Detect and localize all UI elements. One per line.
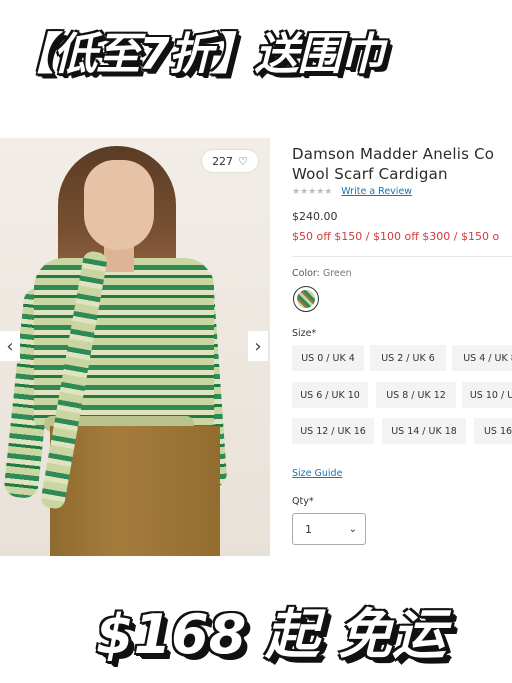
product-info: Damson Madder Anelis Co Wool Scarf Cardi… bbox=[292, 138, 512, 558]
size-option[interactable]: US 12 / UK 16 bbox=[292, 418, 374, 444]
likes-button[interactable]: 227 ♡ bbox=[202, 150, 258, 172]
color-label: Color: Green bbox=[292, 268, 352, 279]
divider bbox=[292, 256, 512, 257]
product-title: Damson Madder Anelis Co Wool Scarf Cardi… bbox=[292, 144, 512, 184]
bottom-promo-text: $168 起 免运 bbox=[96, 603, 446, 666]
next-image-button[interactable]: › bbox=[248, 331, 268, 361]
size-option[interactable]: US 2 / UK 6 bbox=[370, 345, 446, 371]
promo-text: $50 off $150 / $100 off $300 / $150 o bbox=[292, 230, 500, 243]
qty-value: 1 bbox=[305, 522, 312, 536]
size-option[interactable]: US 8 / UK 12 bbox=[376, 382, 456, 408]
size-option[interactable]: US 0 / UK 4 bbox=[292, 345, 364, 371]
top-promo-banner: 【低至7折】送围巾 bbox=[0, 0, 512, 115]
write-review-link[interactable]: Write a Review bbox=[341, 186, 412, 197]
size-option[interactable]: US 4 / UK 8 bbox=[452, 345, 512, 371]
product-price: $240.00 bbox=[292, 210, 338, 223]
chevron-left-icon: ‹ bbox=[6, 335, 14, 357]
heart-icon: ♡ bbox=[238, 154, 248, 168]
size-guide-link[interactable]: Size Guide bbox=[292, 468, 342, 479]
likes-count: 227 bbox=[212, 154, 234, 168]
size-option[interactable]: US 16 bbox=[474, 418, 512, 444]
chevron-right-icon: › bbox=[254, 335, 262, 357]
prev-image-button[interactable]: ‹ bbox=[0, 331, 20, 361]
qty-select[interactable]: 1 ⌄ bbox=[292, 513, 366, 545]
color-swatch-green[interactable] bbox=[293, 286, 319, 312]
product-title-line1: Damson Madder Anelis Co bbox=[292, 145, 495, 163]
product-photo[interactable]: 227 ♡ ‹ › bbox=[0, 138, 270, 556]
qty-label: Qty* bbox=[292, 496, 314, 507]
size-option[interactable]: US 14 / UK 18 bbox=[382, 418, 466, 444]
size-label: Size* bbox=[292, 328, 317, 339]
color-value: Green bbox=[322, 268, 352, 279]
size-option[interactable]: US 6 / UK 10 bbox=[292, 382, 368, 408]
size-option[interactable]: US 10 / U bbox=[462, 382, 512, 408]
bottom-promo-banner: $168 起 免运 bbox=[0, 560, 512, 683]
top-promo-text: 【低至7折】送围巾 bbox=[10, 29, 385, 80]
review-row: ★★★★★ Write a Review bbox=[292, 186, 412, 197]
rating-stars: ★★★★★ bbox=[292, 187, 333, 197]
chevron-down-icon: ⌄ bbox=[348, 523, 357, 535]
product-title-line2: Wool Scarf Cardigan bbox=[292, 165, 448, 183]
product-section: 227 ♡ ‹ › Damson Madder Anelis Co Wool S… bbox=[0, 138, 512, 558]
